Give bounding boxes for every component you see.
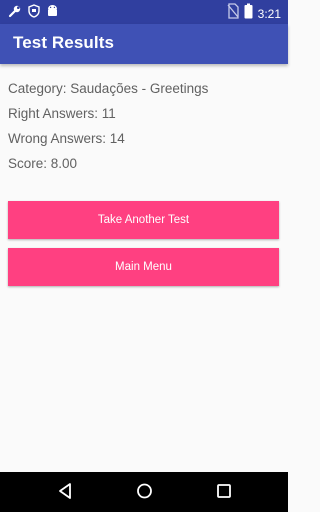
wrong-answers-text: Wrong Answers: 14: [8, 131, 125, 146]
android-icon: [46, 4, 59, 23]
battery-icon: [244, 3, 253, 24]
shield-icon: [28, 4, 40, 23]
wrench-icon: [8, 4, 22, 23]
main-menu-button[interactable]: Main Menu: [8, 248, 279, 286]
page-title: Test Results: [13, 33, 115, 52]
status-bar: 3:21: [0, 0, 288, 24]
home-icon[interactable]: [136, 482, 153, 505]
app-bar: Test Results: [0, 24, 288, 64]
back-icon[interactable]: [57, 482, 73, 505]
no-sim-icon: [227, 3, 239, 24]
navigation-bar: [0, 472, 288, 512]
status-clock: 3:21: [257, 6, 281, 21]
take-another-test-button[interactable]: Take Another Test: [8, 201, 279, 239]
category-text: Category: Saudações - Greetings: [8, 81, 209, 96]
right-answers-text: Right Answers: 11: [8, 106, 116, 121]
score-text: Score: 8.00: [8, 156, 78, 171]
recents-icon[interactable]: [216, 482, 232, 505]
